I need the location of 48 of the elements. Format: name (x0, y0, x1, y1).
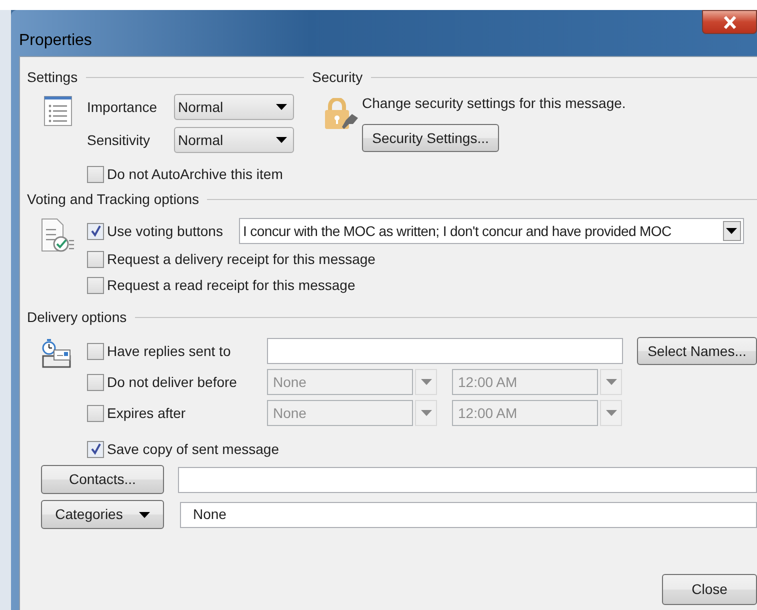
replies-field[interactable] (267, 338, 623, 364)
lock-and-key-icon (324, 98, 360, 132)
checkmark-icon (90, 225, 102, 237)
group-heading: Voting and Tracking options (27, 190, 200, 209)
caret-icon (606, 379, 616, 385)
caret-icon (138, 512, 150, 518)
contacts-field[interactable] (178, 466, 757, 492)
field-label: Sensitivity (87, 130, 152, 150)
checkbox-label: Save copy of sent message (107, 440, 279, 459)
dropdown[interactable]: Normal (174, 94, 294, 120)
caret-icon (726, 228, 738, 234)
checkbox-label: Do not AutoArchive this item (107, 164, 283, 184)
caret-icon (420, 410, 432, 416)
button[interactable]: Security Settings... (362, 124, 499, 152)
group-heading: Settings (27, 68, 78, 87)
checkbox-label: Expires after (107, 404, 186, 423)
security-description: Change security settings for this message. (362, 94, 626, 113)
checkbox-label: Use voting buttons (107, 222, 223, 241)
categories-field: None (180, 502, 757, 528)
button[interactable]: Select Names... (637, 337, 757, 365)
caret-icon (276, 104, 287, 110)
checkbox-label: Request a delivery receipt for this message (107, 250, 376, 269)
group-heading: Security (312, 68, 363, 87)
group-heading: Delivery options (27, 308, 127, 327)
checkbox-label: Do not deliver before (107, 372, 237, 392)
checkbox[interactable] (87, 276, 104, 294)
close-icon (722, 16, 736, 28)
checkbox[interactable] (87, 222, 104, 240)
list-icon (44, 96, 72, 126)
button[interactable]: Close (662, 574, 757, 605)
checkbox-label: Have replies sent to (107, 342, 231, 361)
checkbox-label: Request a read receipt for this message (107, 276, 356, 295)
checkbox[interactable] (87, 342, 104, 360)
button[interactable]: Contacts... (41, 465, 164, 494)
close-window-button[interactable] (702, 10, 757, 34)
checkbox[interactable] (87, 166, 104, 182)
dropdown[interactable]: Normal (174, 127, 294, 153)
checkmark-icon (90, 443, 102, 455)
field-label: Importance (87, 98, 158, 117)
voting-choices-dropdown[interactable]: I concur with the MOC as written; I don't concur and have provided MOC (238, 218, 744, 244)
window-title: Properties (19, 31, 92, 51)
checkbox[interactable] (87, 440, 104, 458)
checkbox[interactable] (87, 250, 104, 268)
caret-icon (420, 379, 432, 385)
caret-icon (276, 137, 287, 143)
document-check-icon (41, 218, 75, 254)
caret-icon (606, 410, 616, 416)
button[interactable]: Categories (41, 500, 164, 529)
